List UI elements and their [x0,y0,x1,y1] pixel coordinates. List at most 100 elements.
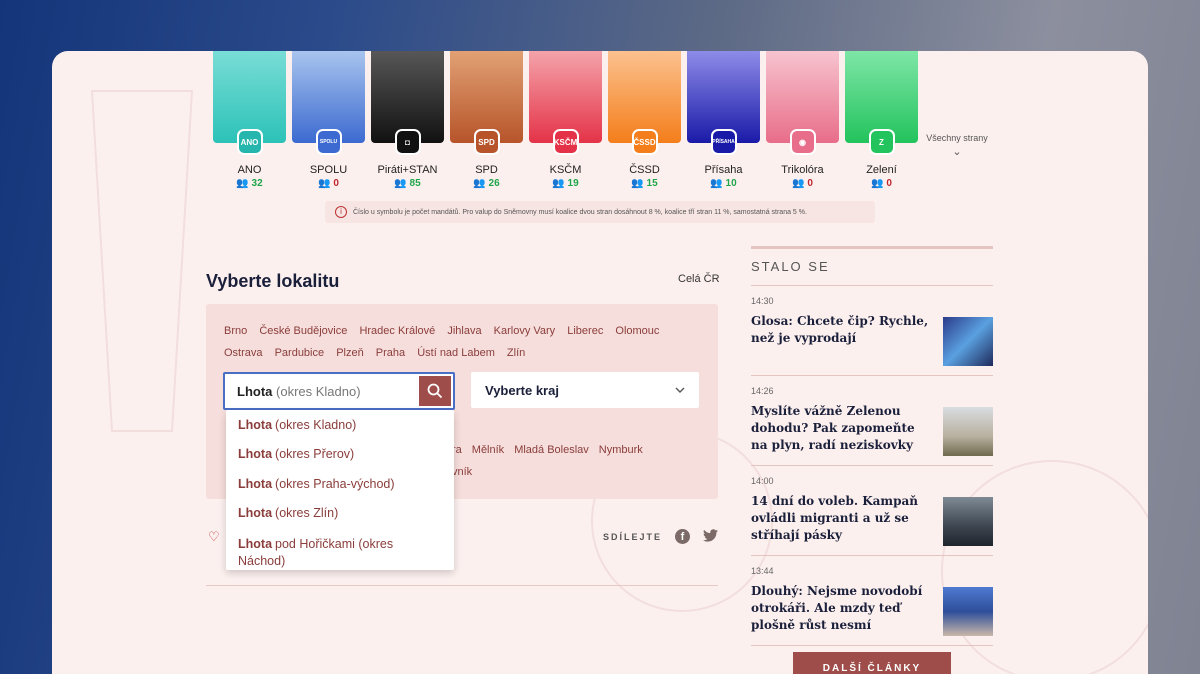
city-link[interactable]: České Budějovice [259,325,347,337]
party-logo-icon: ◘ [394,129,421,155]
party-seats: 👥 15 [631,178,658,189]
party-item[interactable]: ANO ANO 👥 32 [213,129,286,189]
page-card: ANO ANO 👥 32 SPOLU SPOLU 👥 0 ◘ Piráti+ST… [52,51,1148,674]
party-item[interactable]: Z Zelení 👥 0 [845,129,918,189]
party-seats: 👥 32 [236,178,263,189]
party-logo-icon: ANO [236,129,263,155]
news-thumbnail[interactable] [943,317,993,366]
share-label: SDÍLEJTE [603,532,663,542]
news-title[interactable]: Glosa: Chcete čip? Rychle, než je vyprod… [751,313,929,347]
search-value-rest: (okres Kladno) [276,383,361,399]
district-link-partial[interactable]: vník [452,466,472,478]
info-icon: i [335,206,347,218]
suggestion-item[interactable]: Lhota (okres Kladno) [226,410,454,440]
party-item[interactable]: KSČM KSČM 👥 19 [529,129,602,189]
party-seats: 👥 0 [871,178,892,189]
news-item[interactable]: 14:30 Glosa: Chcete čip? Rychle, než je … [751,286,993,376]
party-item[interactable]: ČSSD ČSSD 👥 15 [608,129,681,189]
city-link[interactable]: Ostrava [224,347,263,359]
news-time: 14:30 [751,296,774,306]
party-logo-icon: Z [868,129,895,155]
district-link[interactable]: Mělník [472,444,504,456]
city-link[interactable]: Pardubice [275,347,325,359]
district-link[interactable]: Nymburk [599,444,643,456]
party-name: KSČM [549,164,582,176]
whole-country-link[interactable]: Celá ČR [678,273,720,285]
city-link[interactable]: Plzeň [336,347,364,359]
city-link[interactable]: Hradec Králové [359,325,435,337]
search-icon [427,383,443,399]
party-item[interactable]: ◉ Trikolóra 👥 0 [766,129,839,189]
news-thumbnail[interactable] [943,497,993,546]
news-sidebar: STALO SE 14:30 Glosa: Chcete čip? Rychle… [751,246,993,646]
people-icon: 👥 [792,178,805,189]
party-name: Zelení [866,164,897,176]
city-link[interactable]: Zlín [507,347,525,359]
news-title[interactable]: 14 dní do voleb. Kampaň ovládli migranti… [751,493,929,544]
party-logo-icon: PŘÍSAHA [710,129,737,155]
twitter-icon[interactable] [703,529,718,542]
district-links: ra Mělník Mladá Boleslav Nymburk [452,444,653,456]
party-seats: 👥 19 [552,178,579,189]
party-logo-icon: ◉ [789,129,816,155]
party-name: Piráti+STAN [377,164,438,176]
city-link[interactable]: Brno [224,325,247,337]
city-link[interactable]: Liberec [567,325,603,337]
heart-icon[interactable]: ♡ [208,529,220,545]
people-icon: 👥 [473,178,486,189]
location-title: Vyberte lokalitu [206,271,340,291]
party-results-chart: ANO ANO 👥 32 SPOLU SPOLU 👥 0 ◘ Piráti+ST… [213,51,933,189]
party-item[interactable]: PŘÍSAHA Přísaha 👥 10 [687,129,760,189]
city-link[interactable]: Jihlava [447,325,481,337]
chevron-down-icon [675,387,685,393]
search-suggestions: Lhota (okres Kladno) Lhota (okres Přerov) Lh… [226,410,454,570]
city-link[interactable]: Ústí nad Labem [417,347,495,359]
party-seats: 👥 10 [710,178,737,189]
news-item[interactable]: 14:00 14 dní do voleb. Kampaň ovládli mi… [751,466,993,556]
city-link[interactable]: Olomouc [615,325,659,337]
search-button[interactable] [419,376,451,406]
facebook-icon[interactable]: f [675,529,690,544]
news-title[interactable]: Dlouhý: Nejsme novodobí otrokáři. Ale mz… [751,583,929,634]
party-seats: 👥 0 [792,178,813,189]
seats-note: i Číslo u symbolu je počet mandátů. Pro … [325,201,875,223]
more-articles-button[interactable]: DALŠÍ ČLÁNKY [793,652,951,674]
party-name: ČSSD [629,164,660,176]
party-seats: 👥 0 [318,178,339,189]
news-time: 13:44 [751,566,774,576]
party-item[interactable]: SPD SPD 👥 26 [450,129,523,189]
search-value-bold: Lhota [237,383,273,399]
party-name: Trikolóra [781,164,824,176]
location-search-input[interactable]: Lhota (okres Kladno) [223,372,455,410]
party-logo-icon: SPD [473,129,500,155]
city-link[interactable]: Karlovy Vary [494,325,556,337]
news-thumbnail[interactable] [943,587,993,636]
people-icon: 👥 [236,178,249,189]
suggestion-item[interactable]: Lhota pod Hořičkami (okres Náchod) [226,528,454,568]
suggestion-item[interactable]: Lhota (okres Přerov) [226,440,454,470]
suggestion-item[interactable]: Lhota (okres Zlín) [226,499,454,529]
party-name: SPOLU [309,164,348,176]
people-icon: 👥 [318,178,331,189]
city-link[interactable]: Praha [376,347,405,359]
city-links: Brno České Budějovice Hradec Králové Jih… [224,320,694,364]
news-item[interactable]: 13:44 Dlouhý: Nejsme novodobí otrokáři. … [751,556,993,646]
people-icon: 👥 [710,178,723,189]
all-parties-label: Všechny strany [926,133,988,143]
party-item[interactable]: ◘ Piráti+STAN 👥 85 [371,129,444,189]
district-link[interactable]: Mladá Boleslav [514,444,589,456]
chevron-down-icon: ⌄ [952,146,962,158]
news-thumbnail[interactable] [943,407,993,456]
party-seats: 👥 85 [394,178,421,189]
seats-note-text: Číslo u symbolu je počet mandátů. Pro va… [353,208,807,216]
party-logo-icon: KSČM [552,129,579,155]
suggestion-item[interactable]: Lhota (okres Praha-východ) [226,469,454,499]
news-title[interactable]: Myslíte vážně Zelenou dohodu? Pak zapome… [751,403,929,454]
party-logo-icon: ČSSD [631,129,658,155]
news-item[interactable]: 14:26 Myslíte vážně Zelenou dohodu? Pak … [751,376,993,466]
region-select[interactable]: Vyberte kraj [471,372,699,408]
all-parties-toggle[interactable]: Všechny strany ⌄ [922,133,992,158]
party-item[interactable]: SPOLU SPOLU 👥 0 [292,129,365,189]
people-icon: 👥 [552,178,565,189]
people-icon: 👥 [871,178,884,189]
